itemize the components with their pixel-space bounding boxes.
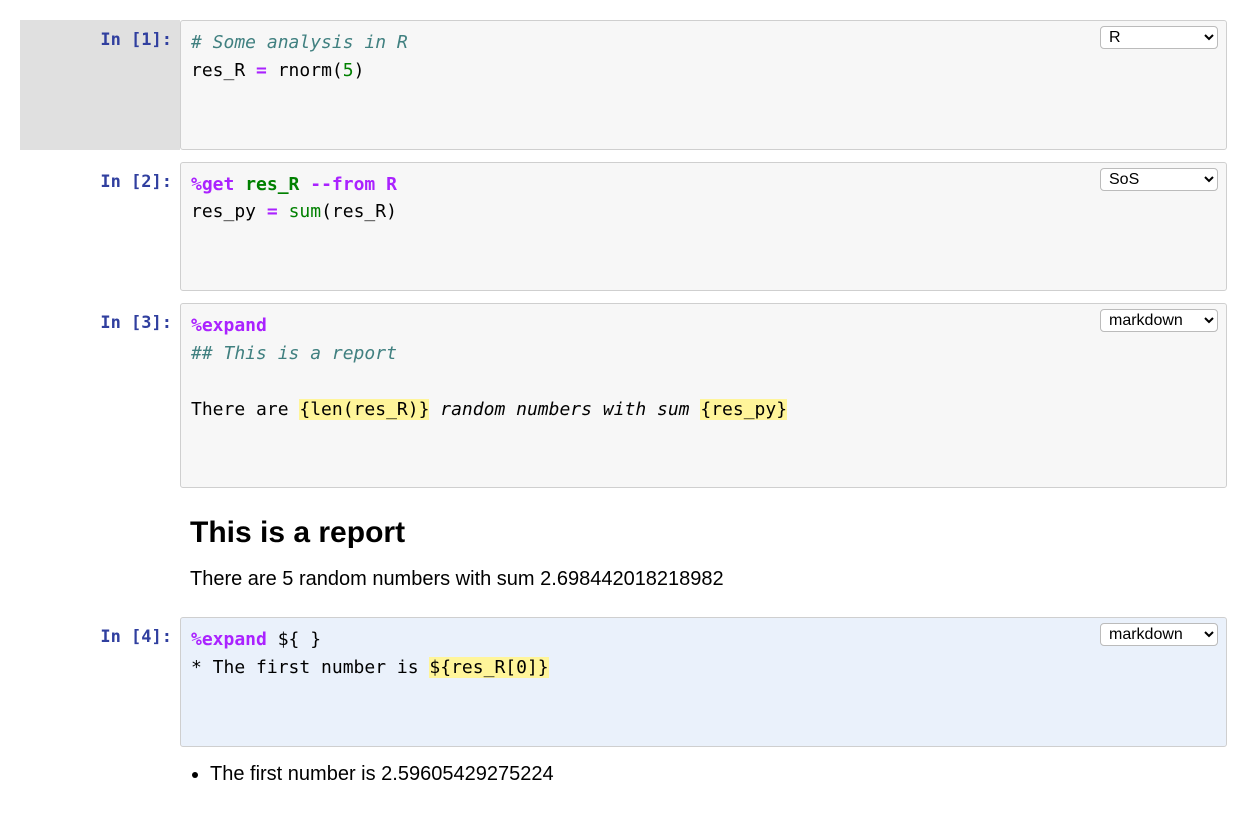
code-input[interactable]: %get res_R --from R res_py = sum(res_R) … [180, 162, 1227, 292]
code-eq: = [256, 60, 267, 81]
code-magic-flag: --from R [310, 174, 397, 195]
code-input[interactable]: %expand ${ } * The first number is ${res… [180, 617, 1227, 747]
code-text-pre: * The first number is [191, 657, 429, 678]
code-lp: ( [321, 201, 332, 222]
code-text-pre: There are [191, 399, 299, 420]
code-eq: = [267, 201, 278, 222]
code-template: ${res_R[0]} [429, 657, 548, 678]
kernel-select[interactable]: R [1100, 26, 1218, 49]
cell-4-output: The first number is 2.59605429275224 [20, 751, 1227, 796]
output-prompt [20, 751, 180, 796]
prompt-label: In [1]: [20, 20, 180, 150]
kernel-select[interactable]: markdown [1100, 623, 1218, 646]
kernel-select[interactable]: markdown [1100, 309, 1218, 332]
markdown-output: The first number is 2.59605429275224 [180, 751, 1227, 796]
code-magic-var: res_R [245, 174, 299, 195]
cell-3-output: This is a report There are 5 random numb… [20, 500, 1227, 605]
code-input[interactable]: %expand ## This is a report There are {l… [180, 303, 1227, 488]
code-arg: res_R [332, 201, 386, 222]
code-func: sum [289, 201, 322, 222]
code-rp: ) [386, 201, 397, 222]
output-prompt [20, 500, 180, 605]
code-magic-arg: ${ } [278, 629, 321, 650]
code-lp: ( [332, 60, 343, 81]
code-arg: 5 [343, 60, 354, 81]
output-heading: This is a report [190, 516, 1217, 550]
code-template-2: {res_py} [700, 399, 787, 420]
code-var: res_py [191, 201, 256, 222]
cell-1: In [1]: # Some analysis in R res_R = rno… [20, 20, 1227, 150]
output-bullet: The first number is 2.59605429275224 [210, 763, 1217, 786]
kernel-select[interactable]: SoS [1100, 168, 1218, 191]
code-magic: %get [191, 174, 234, 195]
output-text: There are 5 random numbers with sum 2.69… [190, 568, 1217, 591]
markdown-output: This is a report There are 5 random numb… [180, 500, 1227, 605]
code-magic: %expand [191, 629, 267, 650]
code-func: rnorm [278, 60, 332, 81]
code-magic: %expand [191, 315, 267, 336]
code-var: res_R [191, 60, 245, 81]
prompt-label: In [3]: [20, 303, 180, 488]
code-input[interactable]: # Some analysis in R res_R = rnorm(5) R [180, 20, 1227, 150]
cell-2: In [2]: %get res_R --from R res_py = sum… [20, 162, 1227, 292]
prompt-label: In [4]: [20, 617, 180, 747]
code-text-mid: random numbers with sum [429, 399, 700, 420]
code-template-1: {len(res_R)} [299, 399, 429, 420]
code-rp: ) [354, 60, 365, 81]
prompt-label: In [2]: [20, 162, 180, 292]
cell-4: In [4]: %expand ${ } * The first number … [20, 617, 1227, 747]
code-md-heading: ## This is a report [191, 343, 397, 364]
cell-3: In [3]: %expand ## This is a report Ther… [20, 303, 1227, 488]
code-comment: # Some analysis in R [191, 32, 408, 53]
